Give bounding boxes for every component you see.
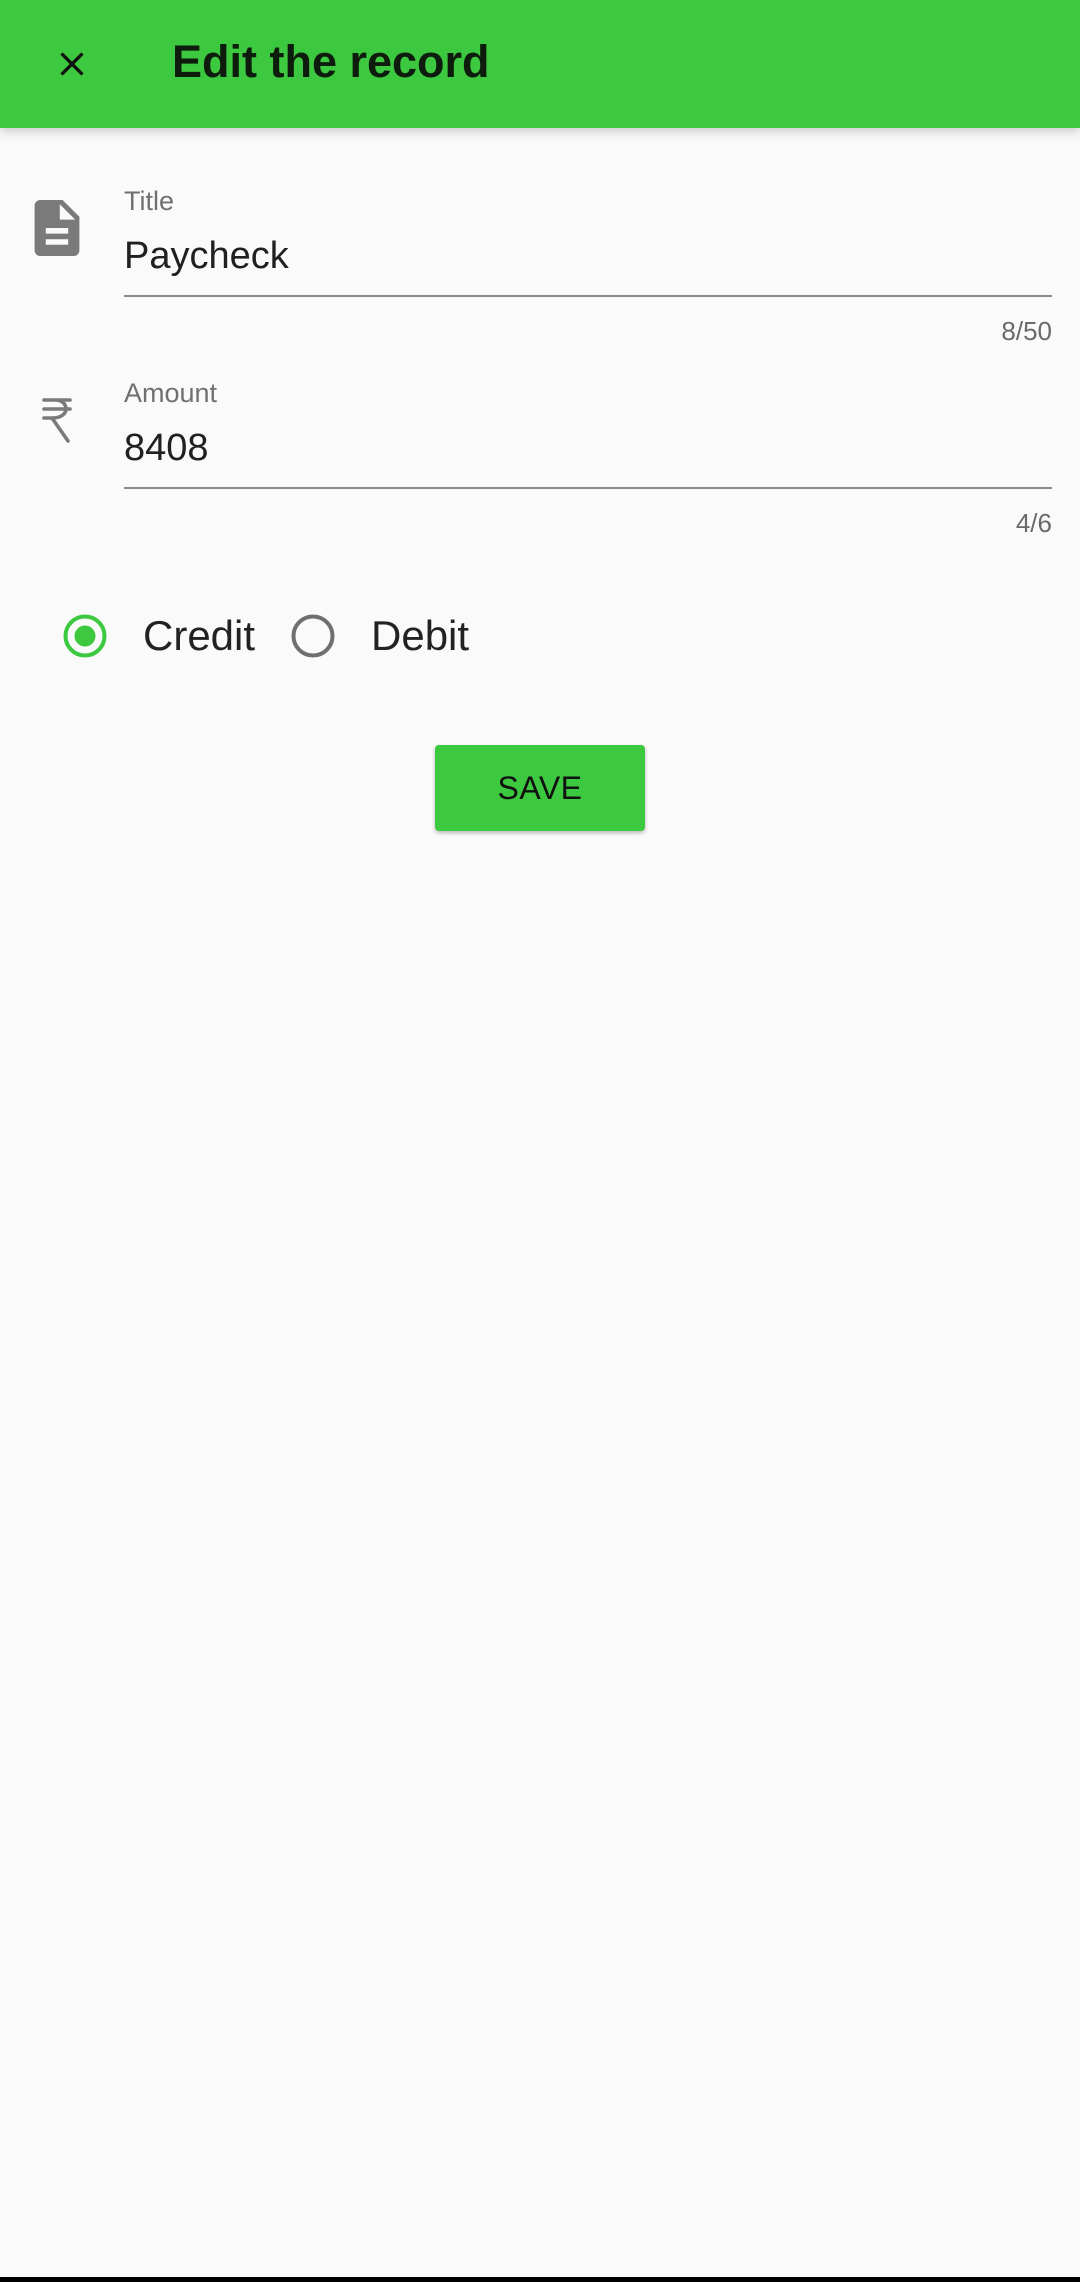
document-icon bbox=[30, 196, 84, 260]
title-underline bbox=[124, 295, 1052, 297]
page-title: Edit the record bbox=[172, 36, 490, 87]
radio-checked-icon bbox=[63, 614, 107, 658]
edit-record-screen: Edit the record Title 8/50 Amount 4/6 Cr… bbox=[0, 0, 1080, 2282]
app-bar: Edit the record bbox=[0, 0, 1080, 128]
title-label: Title bbox=[124, 186, 175, 216]
credit-radio[interactable] bbox=[57, 608, 113, 664]
credit-label[interactable]: Credit bbox=[143, 608, 255, 664]
save-button[interactable]: SAVE bbox=[435, 745, 645, 831]
close-button[interactable] bbox=[30, 22, 114, 106]
amount-underline bbox=[124, 487, 1052, 489]
title-input[interactable] bbox=[124, 226, 1052, 286]
title-field: Title 8/50 bbox=[124, 186, 1052, 346]
rupee-icon bbox=[32, 390, 82, 450]
amount-input[interactable] bbox=[124, 418, 1052, 478]
title-counter: 8/50 bbox=[1001, 316, 1052, 346]
radio-unchecked-icon bbox=[291, 614, 335, 658]
close-icon bbox=[60, 52, 84, 76]
debit-radio[interactable] bbox=[285, 608, 341, 664]
debit-label[interactable]: Debit bbox=[371, 608, 469, 664]
amount-counter: 4/6 bbox=[1015, 508, 1052, 538]
amount-label: Amount bbox=[124, 378, 218, 408]
bottom-edge bbox=[0, 2277, 1080, 2282]
amount-field: Amount 4/6 bbox=[124, 378, 1052, 538]
